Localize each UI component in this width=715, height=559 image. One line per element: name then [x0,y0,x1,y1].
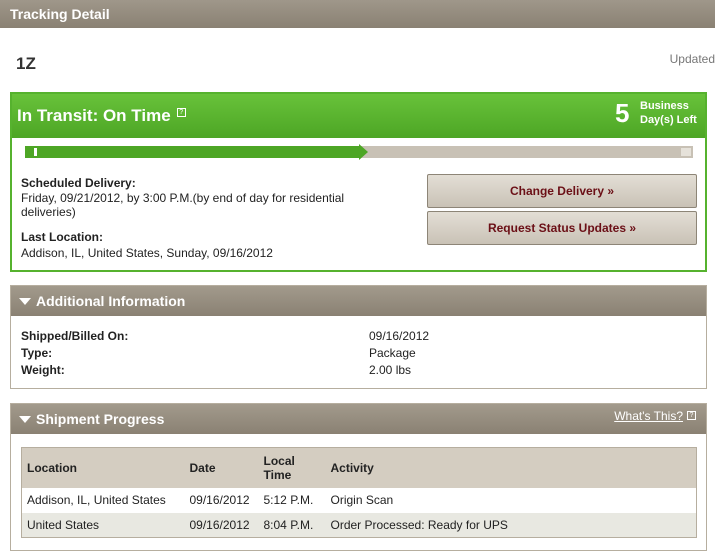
whats-this-text[interactable]: What's This? [614,409,683,423]
local-time-header-text: Local Time [263,453,295,482]
shipment-progress-panel: Shipment Progress What's This?? Location… [10,403,707,551]
cell-activity: Origin Scan [330,493,394,507]
days-left-line2: Day(s) Left [640,114,697,126]
collapse-triangle-icon [19,298,31,305]
last-location-value: Addison, IL, United States, Sunday, 09/1… [21,246,273,260]
cell-date: 09/16/2012 [189,493,250,507]
page-title: Tracking Detail [10,6,110,22]
help-icon[interactable]: ? [176,108,186,117]
info-label: Shipped/Billed On: [21,329,129,343]
request-status-updates-button[interactable]: Request Status Updates » [427,211,697,245]
column-header-local-time: Local Time [258,447,326,488]
info-value: 2.00 lbs [369,363,412,377]
days-left-line1: Business [640,100,689,112]
cell-date: 09/16/2012 [184,512,259,538]
status-panel: In Transit: On Time? 5 Business Day(s) L… [10,92,707,272]
tracking-number: 1Z [16,54,36,73]
info-value: Package [369,346,416,360]
table-row: United States 09/16/2012 8:04 P.M. Order… [21,512,697,538]
additional-information-header[interactable]: Additional Information [11,286,706,316]
additional-information-panel: Additional Information Shipped/Billed On… [10,285,707,389]
progress-fill [25,146,359,158]
shipment-progress-title: Shipment Progress [36,411,165,427]
change-delivery-button[interactable]: Change Delivery » [427,174,697,208]
progress-end-marker [681,148,691,156]
column-header-date: Date [184,447,259,488]
progress-arrow-icon [359,144,368,160]
column-header-activity: Activity [325,447,697,488]
whats-this-link[interactable]: What's This?? [614,409,696,423]
shipment-progress-table: Location Date Local Time Activity Addiso… [21,447,697,538]
delivery-progress-bar [25,144,693,160]
shipment-progress-header[interactable]: Shipment Progress What's This?? [11,404,706,434]
cell-activity: Order Processed: Ready for UPS [325,512,697,538]
scheduled-delivery-label: Scheduled Delivery: [21,176,136,190]
scheduled-delivery-value: Friday, 09/21/2012, by 3:00 P.M.(by end … [21,191,345,219]
info-label: Weight: [21,363,65,377]
help-icon[interactable]: ? [687,411,696,420]
cell-local-time: 5:12 P.M. [263,493,314,507]
status-title-text: In Transit: On Time [17,106,171,125]
cell-location: United States [21,512,185,538]
page-header: Tracking Detail [0,0,715,28]
status-header: In Transit: On Time? 5 Business Day(s) L… [12,94,705,138]
cell-local-time: 8:04 P.M. [258,512,326,538]
table-header-row: Location Date Local Time Activity [21,447,697,488]
table-row: Addison, IL, United States 09/16/2012 5:… [22,488,697,513]
progress-start-marker [27,148,37,156]
additional-information-title: Additional Information [36,293,186,309]
days-left-label: Business Day(s) Left [640,99,697,127]
cell-location: Addison, IL, United States [27,493,166,507]
info-value: 09/16/2012 [369,329,430,343]
last-location-label: Last Location: [21,230,104,244]
column-header-location: Location [21,447,185,488]
info-label: Type: [21,346,53,360]
updated-label: Updated [669,52,715,66]
status-title: In Transit: On Time? [17,106,186,126]
collapse-triangle-icon [19,416,31,423]
days-left-number: 5 [615,98,630,128]
